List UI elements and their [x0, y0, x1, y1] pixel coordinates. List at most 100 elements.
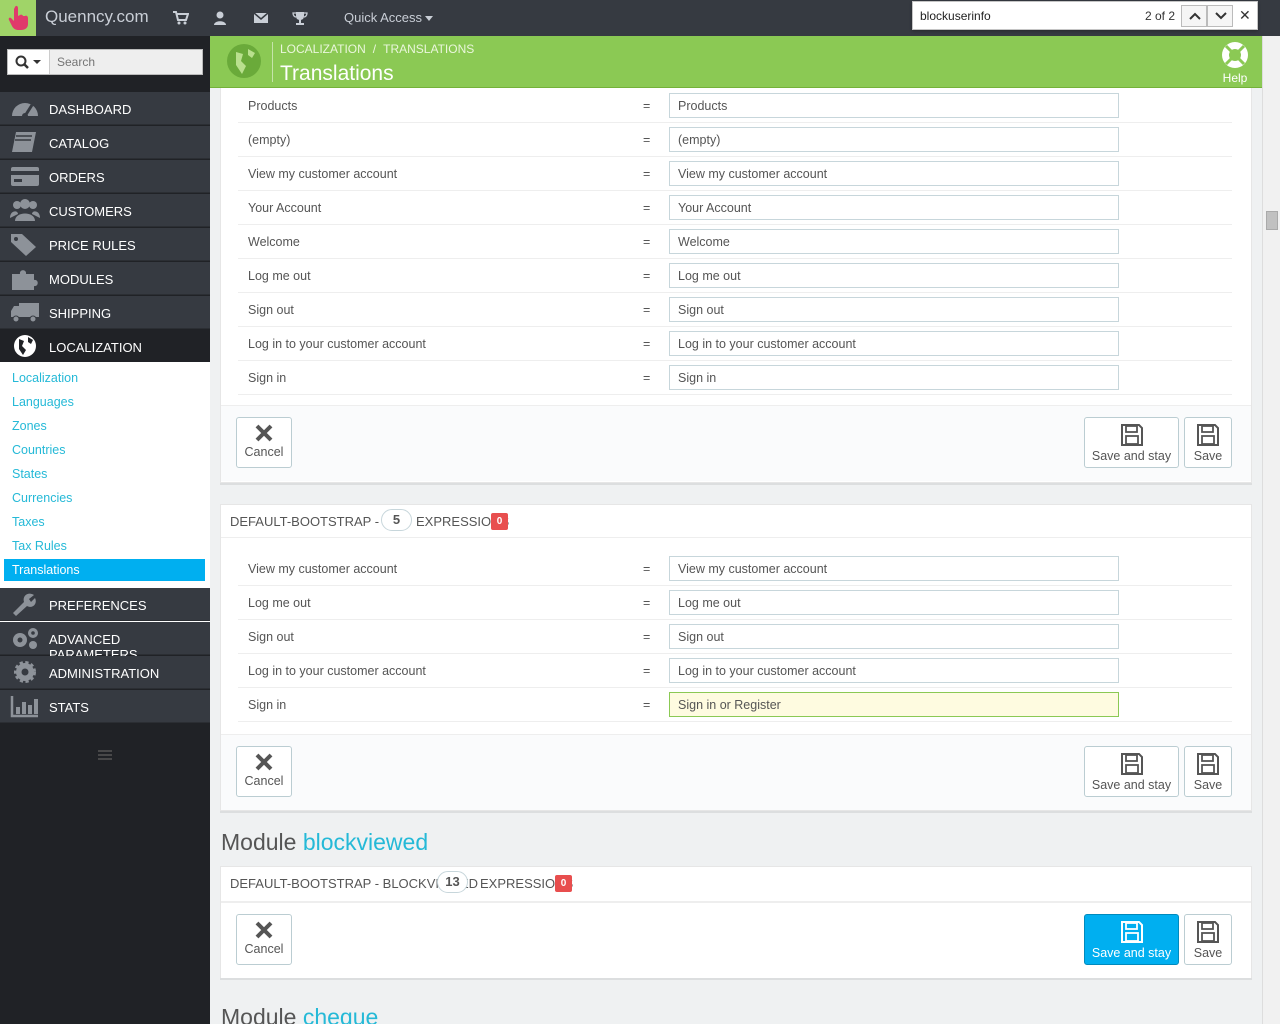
source-text: Log me out [248, 269, 311, 283]
panel-heading[interactable]: DEFAULT-BOOTSTRAP - NAV 5 EXPRESSIONS 0 [221, 505, 1251, 538]
scrollbar-thumb[interactable] [1266, 211, 1278, 230]
save-button[interactable]: Save [1184, 914, 1232, 965]
translation-row: (empty) = [238, 123, 1232, 157]
save-and-stay-label: Save and stay [1091, 946, 1172, 960]
panel-footer: Cancel Save and stay Save [221, 405, 1251, 481]
equals-sign: = [643, 167, 651, 181]
translation-input[interactable] [669, 229, 1119, 254]
find-next-button[interactable] [1207, 5, 1233, 27]
blockviewed-translations-panel: DEFAULT-BOOTSTRAP - BLOCKVIEWED 13 EXPRE… [220, 866, 1252, 978]
quick-access-dropdown[interactable]: Quick Access [344, 10, 434, 25]
translation-input[interactable] [669, 297, 1119, 322]
submenu-item-languages[interactable]: Languages [4, 391, 205, 413]
search-type-button[interactable] [8, 50, 50, 74]
save-label: Save [1193, 778, 1223, 792]
menu-item-preferences[interactable]: PREFERENCES [0, 588, 210, 621]
envelope-icon[interactable] [253, 11, 269, 25]
module-name: cheque [302, 1004, 379, 1024]
missing-count-badge: 0 [491, 513, 508, 530]
submenu-item-translations[interactable]: Translations [4, 559, 205, 581]
translation-input[interactable] [669, 658, 1119, 683]
translation-input[interactable] [669, 365, 1119, 390]
collapse-menu-icon[interactable] [98, 750, 112, 760]
menu-item-price-rules[interactable]: PRICE RULES [0, 228, 210, 261]
translation-input-focused[interactable] [669, 692, 1119, 717]
equals-sign: = [643, 99, 651, 113]
breadcrumb-localization[interactable]: LOCALIZATION [280, 42, 366, 56]
translation-input[interactable] [669, 556, 1119, 581]
logo[interactable] [0, 0, 36, 36]
submenu-item-tax-rules[interactable]: Tax Rules [4, 535, 205, 557]
submenu-item-states[interactable]: States [4, 463, 205, 485]
nav-translations-panel: DEFAULT-BOOTSTRAP - NAV 5 EXPRESSIONS 0 … [220, 504, 1252, 811]
search-input[interactable] [50, 50, 202, 74]
equals-sign: = [643, 371, 651, 385]
help-button[interactable]: Help [1217, 40, 1253, 85]
close-icon [255, 921, 273, 939]
save-button[interactable]: Save [1184, 417, 1232, 468]
translation-input[interactable] [669, 195, 1119, 220]
source-text: Log in to your customer account [248, 337, 426, 351]
brand-name[interactable]: Quenncy.com [45, 7, 149, 27]
wrench-icon [13, 593, 36, 616]
menu-label: ADMINISTRATION [49, 666, 160, 681]
menu-item-administration[interactable]: ADMINISTRATION [0, 656, 210, 689]
save-button[interactable]: Save [1184, 746, 1232, 797]
breadcrumb-translations[interactable]: TRANSLATIONS [383, 42, 474, 56]
book-icon [12, 132, 36, 152]
submenu-item-taxes[interactable]: Taxes [4, 511, 205, 533]
translation-input[interactable] [669, 93, 1119, 118]
translation-row: Log me out = [238, 259, 1232, 293]
menu-label: DASHBOARD [49, 102, 132, 117]
cancel-button[interactable]: Cancel [236, 914, 292, 965]
submenu-item-currencies[interactable]: Currencies [4, 487, 205, 509]
submenu-item-zones[interactable]: Zones [4, 415, 205, 437]
page-scrollbar[interactable] [1262, 36, 1280, 1024]
translation-input[interactable] [669, 590, 1119, 615]
cogs-icon [13, 628, 38, 649]
menu-item-customers[interactable]: CUSTOMERS [0, 194, 210, 227]
module-name: blockviewed [302, 829, 429, 855]
cart-icon[interactable] [173, 11, 189, 25]
menu-item-localization[interactable]: LOCALIZATION [0, 330, 210, 363]
equals-sign: = [643, 201, 651, 215]
cancel-label: Cancel [244, 445, 284, 459]
translation-input[interactable] [669, 624, 1119, 649]
menu-item-shipping[interactable]: SHIPPING [0, 296, 210, 329]
panel-heading[interactable]: DEFAULT-BOOTSTRAP - BLOCKVIEWED 13 EXPRE… [221, 867, 1251, 902]
menu-label: CUSTOMERS [49, 204, 132, 219]
menu-item-stats[interactable]: STATS [0, 690, 210, 723]
translation-row: Sign in = [238, 688, 1232, 722]
equals-sign: = [643, 664, 651, 678]
user-icon[interactable] [212, 11, 228, 25]
save-and-stay-button[interactable]: Save and stay [1084, 417, 1179, 468]
save-and-stay-button[interactable]: Save and stay [1084, 746, 1179, 797]
missing-count-badge: 0 [555, 875, 572, 892]
translation-input[interactable] [669, 127, 1119, 152]
find-previous-button[interactable] [1181, 5, 1207, 27]
translation-input[interactable] [669, 161, 1119, 186]
translation-input[interactable] [669, 263, 1119, 288]
menu-item-dashboard[interactable]: DASHBOARD [0, 92, 210, 125]
save-and-stay-button[interactable]: Save and stay [1084, 914, 1179, 965]
submenu-item-countries[interactable]: Countries [4, 439, 205, 461]
localization-submenu: Localization Languages Zones Countries S… [0, 362, 210, 624]
cancel-button[interactable]: Cancel [236, 417, 292, 468]
translation-input[interactable] [669, 331, 1119, 356]
save-label: Save [1193, 946, 1223, 960]
tags-icon [11, 234, 36, 256]
menu-label: ORDERS [49, 170, 105, 185]
find-match-count: 2 of 2 [1145, 9, 1176, 23]
find-close-icon[interactable]: ✕ [1239, 7, 1251, 24]
source-text: (empty) [248, 133, 291, 147]
equals-sign: = [643, 596, 651, 610]
find-input[interactable] [916, 5, 1184, 26]
cancel-button[interactable]: Cancel [236, 746, 292, 797]
breadcrumb: LOCALIZATION / TRANSLATIONS [280, 42, 475, 56]
menu-item-modules[interactable]: MODULES [0, 262, 210, 295]
menu-item-catalog[interactable]: CATALOG [0, 126, 210, 159]
trophy-icon[interactable] [292, 11, 308, 25]
submenu-item-localization[interactable]: Localization [4, 367, 205, 389]
menu-item-advanced-parameters[interactable]: ADVANCED PARAMETERS [0, 622, 210, 662]
menu-item-orders[interactable]: ORDERS [0, 160, 210, 193]
